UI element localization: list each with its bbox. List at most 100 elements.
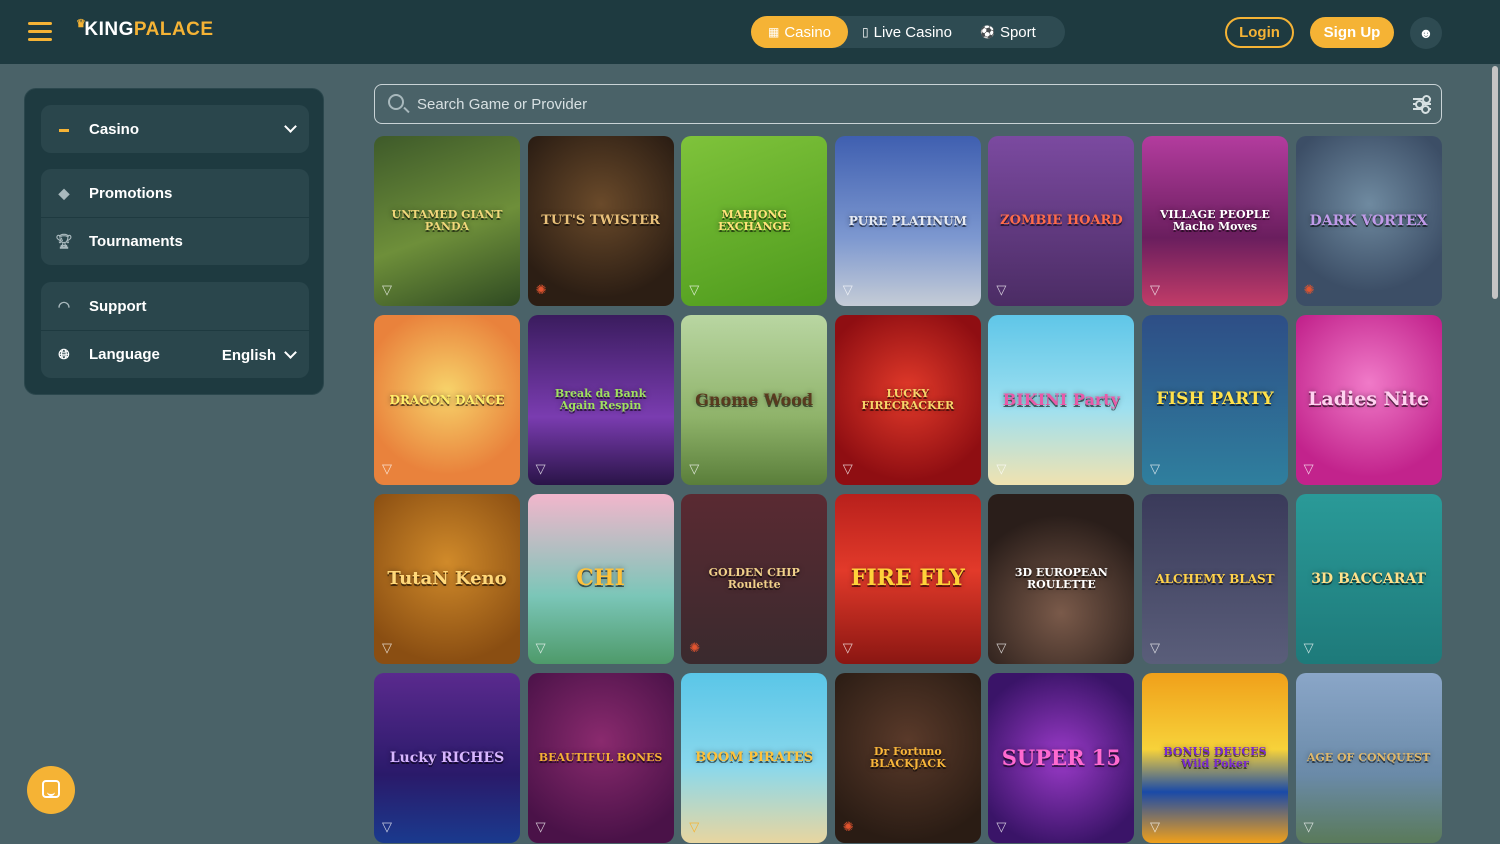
sidebar-group-help: ◠ Support 🌐︎ Language English [41, 282, 309, 378]
page-scrollbar[interactable] [1492, 66, 1498, 299]
game-title: BIKINI Party [1002, 389, 1120, 409]
provider-triangle-icon: ▽ [689, 819, 700, 834]
search-input[interactable] [417, 85, 1367, 123]
filter-icon[interactable] [1413, 95, 1431, 114]
game-card[interactable]: GOLDEN CHIP Roulette ✺ [681, 494, 828, 664]
search-bar [374, 84, 1442, 124]
game-title: VILLAGE PEOPLE Macho Moves [1160, 208, 1270, 233]
sidebar-item-casino[interactable]: ▬ Casino [41, 105, 309, 153]
chat-icon [42, 780, 60, 798]
sidebar-item-promotions[interactable]: ◆ Promotions [41, 169, 309, 217]
provider-triangle-icon: ▽ [382, 282, 392, 297]
provider-flower-icon: ✺ [689, 640, 701, 655]
provider-triangle-icon: ▽ [535, 461, 546, 476]
slot-777-icon: ▬ [59, 123, 69, 135]
game-card[interactable]: UNTAMED GIANT PANDA ▽ [374, 136, 520, 306]
sidebar-item-support[interactable]: ◠ Support [41, 282, 309, 330]
search-icon [388, 94, 404, 110]
slot-777-icon: ▦ [767, 25, 780, 39]
game-card[interactable]: SUPER 15 ▽ [988, 673, 1135, 843]
game-title: TutaN Keno [387, 567, 507, 589]
tab-sport[interactable]: ⚽ Sport [966, 16, 1050, 48]
game-card[interactable]: Ladies Nite ▽ [1295, 315, 1442, 485]
game-card[interactable]: BOOM PIRATES ▽ [681, 673, 828, 843]
tab-casino[interactable]: ▦ Casino [751, 16, 848, 48]
game-title: LUCKY FIRECRACKER [861, 387, 955, 412]
game-title: SUPER 15 [1001, 744, 1121, 770]
login-button[interactable]: Login [1225, 17, 1294, 48]
provider-triangle-icon: ▽ [996, 282, 1007, 297]
provider-triangle-icon: ▽ [1149, 282, 1160, 297]
provider-triangle-icon: ▽ [996, 640, 1007, 655]
game-title: MAHJONG EXCHANGE [718, 208, 791, 233]
card-icon: ▯ [862, 25, 869, 39]
game-card[interactable]: FIRE FLY ▽ [834, 494, 981, 664]
game-grid: UNTAMED GIANT PANDA ▽ TUT'S TWISTER ✺ MAHJON… [374, 136, 1442, 843]
game-card[interactable]: CHI ▽ [527, 494, 674, 664]
diamond-icon: ◆ [58, 184, 70, 201]
game-title: Dr Fortuno BLACKJACK [869, 745, 946, 770]
sidebar: ▬ Casino ◆ Promotions 🏆︎ Tournaments ◠ S… [24, 88, 324, 395]
chat-button[interactable] [27, 766, 75, 814]
headset-icon: ◠ [57, 297, 71, 314]
game-card[interactable]: BONUS DEUCES Wild Poker ▽ [1141, 673, 1288, 843]
provider-triangle-icon: ▽ [382, 461, 392, 476]
game-title: ALCHEMY BLAST [1155, 571, 1275, 586]
game-card[interactable]: Lucky RICHES ▽ [374, 673, 520, 843]
provider-triangle-icon: ▽ [689, 282, 700, 297]
provider-triangle-icon: ▽ [1303, 819, 1314, 834]
game-card[interactable]: FISH PARTY ▽ [1141, 315, 1288, 485]
provider-triangle-icon: ▽ [996, 819, 1007, 834]
game-card[interactable]: ZOMBIE HOARD ▽ [988, 136, 1135, 306]
provider-triangle-icon: ▽ [842, 461, 853, 476]
sidebar-item-language[interactable]: 🌐︎ Language English [41, 330, 309, 378]
game-card[interactable]: MAHJONG EXCHANGE ▽ [681, 136, 828, 306]
game-card[interactable]: BIKINI Party ▽ [988, 315, 1135, 485]
game-card[interactable]: ALCHEMY BLAST ▽ [1141, 494, 1288, 664]
game-card[interactable]: VILLAGE PEOPLE Macho Moves ▽ [1141, 136, 1288, 306]
game-card[interactable]: Gnome Wood ▽ [681, 315, 828, 485]
game-card[interactable]: Dr Fortuno BLACKJACK ✺ [834, 673, 981, 843]
game-card[interactable]: DRAGON DANCE ▽ [374, 315, 520, 485]
provider-triangle-icon: ▽ [535, 819, 546, 834]
provider-flower-icon: ✺ [1303, 282, 1315, 297]
game-title: DARK VORTEX [1309, 212, 1428, 229]
game-title: FIRE FLY [850, 565, 965, 592]
provider-triangle-icon: ▽ [1149, 461, 1160, 476]
game-title: Break da Bank Again Respin [554, 387, 647, 412]
menu-icon[interactable] [28, 22, 52, 42]
soccer-ball-icon: ⚽ [980, 25, 995, 39]
game-card[interactable]: BEAUTIFUL BONES ▽ [527, 673, 674, 843]
chevron-down-icon[interactable] [276, 105, 297, 153]
game-card[interactable]: PURE PLATINUM ▽ [834, 136, 981, 306]
top-header: ♛KINGPALACE ▦ Casino ▯ Live Casino ⚽ Sport … [0, 0, 1500, 64]
game-title: 3D BACCARAT [1311, 570, 1426, 587]
provider-triangle-icon: ▽ [382, 819, 392, 834]
language-select[interactable]: English [222, 331, 297, 379]
game-card[interactable]: LUCKY FIRECRACKER ▽ [834, 315, 981, 485]
product-tabs: ▦ Casino ▯ Live Casino ⚽ Sport [751, 16, 1065, 48]
game-card[interactable]: 3D BACCARAT ▽ [1295, 494, 1442, 664]
signup-button[interactable]: Sign Up [1310, 17, 1394, 48]
provider-triangle-icon: ▽ [996, 461, 1007, 476]
crown-icon: ♛ [76, 18, 87, 30]
provider-triangle-icon: ▽ [1303, 640, 1314, 655]
game-title: Ladies Nite [1308, 388, 1430, 411]
game-title: Lucky RICHES [389, 749, 505, 766]
game-card[interactable]: AGE OF CONQUEST ▽ [1295, 673, 1442, 843]
provider-flower-icon: ✺ [535, 282, 547, 297]
game-title: BONUS DEUCES Wild Poker [1163, 745, 1267, 770]
provider-triangle-icon: ▽ [1149, 819, 1160, 834]
game-title: ZOMBIE HOARD [1000, 213, 1123, 229]
game-card[interactable]: DARK VORTEX ✺ [1295, 136, 1442, 306]
kingpalace-logo[interactable]: ♛KINGPALACE [76, 18, 214, 41]
globe-icon: 🌐︎ [58, 346, 70, 362]
game-card[interactable]: Break da Bank Again Respin ▽ [527, 315, 674, 485]
sidebar-item-tournaments[interactable]: 🏆︎ Tournaments [41, 217, 309, 265]
user-support-icon[interactable]: ☻ [1410, 17, 1442, 49]
game-card[interactable]: TUT'S TWISTER ✺ [527, 136, 674, 306]
tab-live-casino[interactable]: ▯ Live Casino [848, 16, 966, 48]
game-card[interactable]: TutaN Keno ▽ [374, 494, 520, 664]
game-title: 3D EUROPEAN ROULETTE [1014, 566, 1108, 591]
game-card[interactable]: 3D EUROPEAN ROULETTE ▽ [988, 494, 1135, 664]
